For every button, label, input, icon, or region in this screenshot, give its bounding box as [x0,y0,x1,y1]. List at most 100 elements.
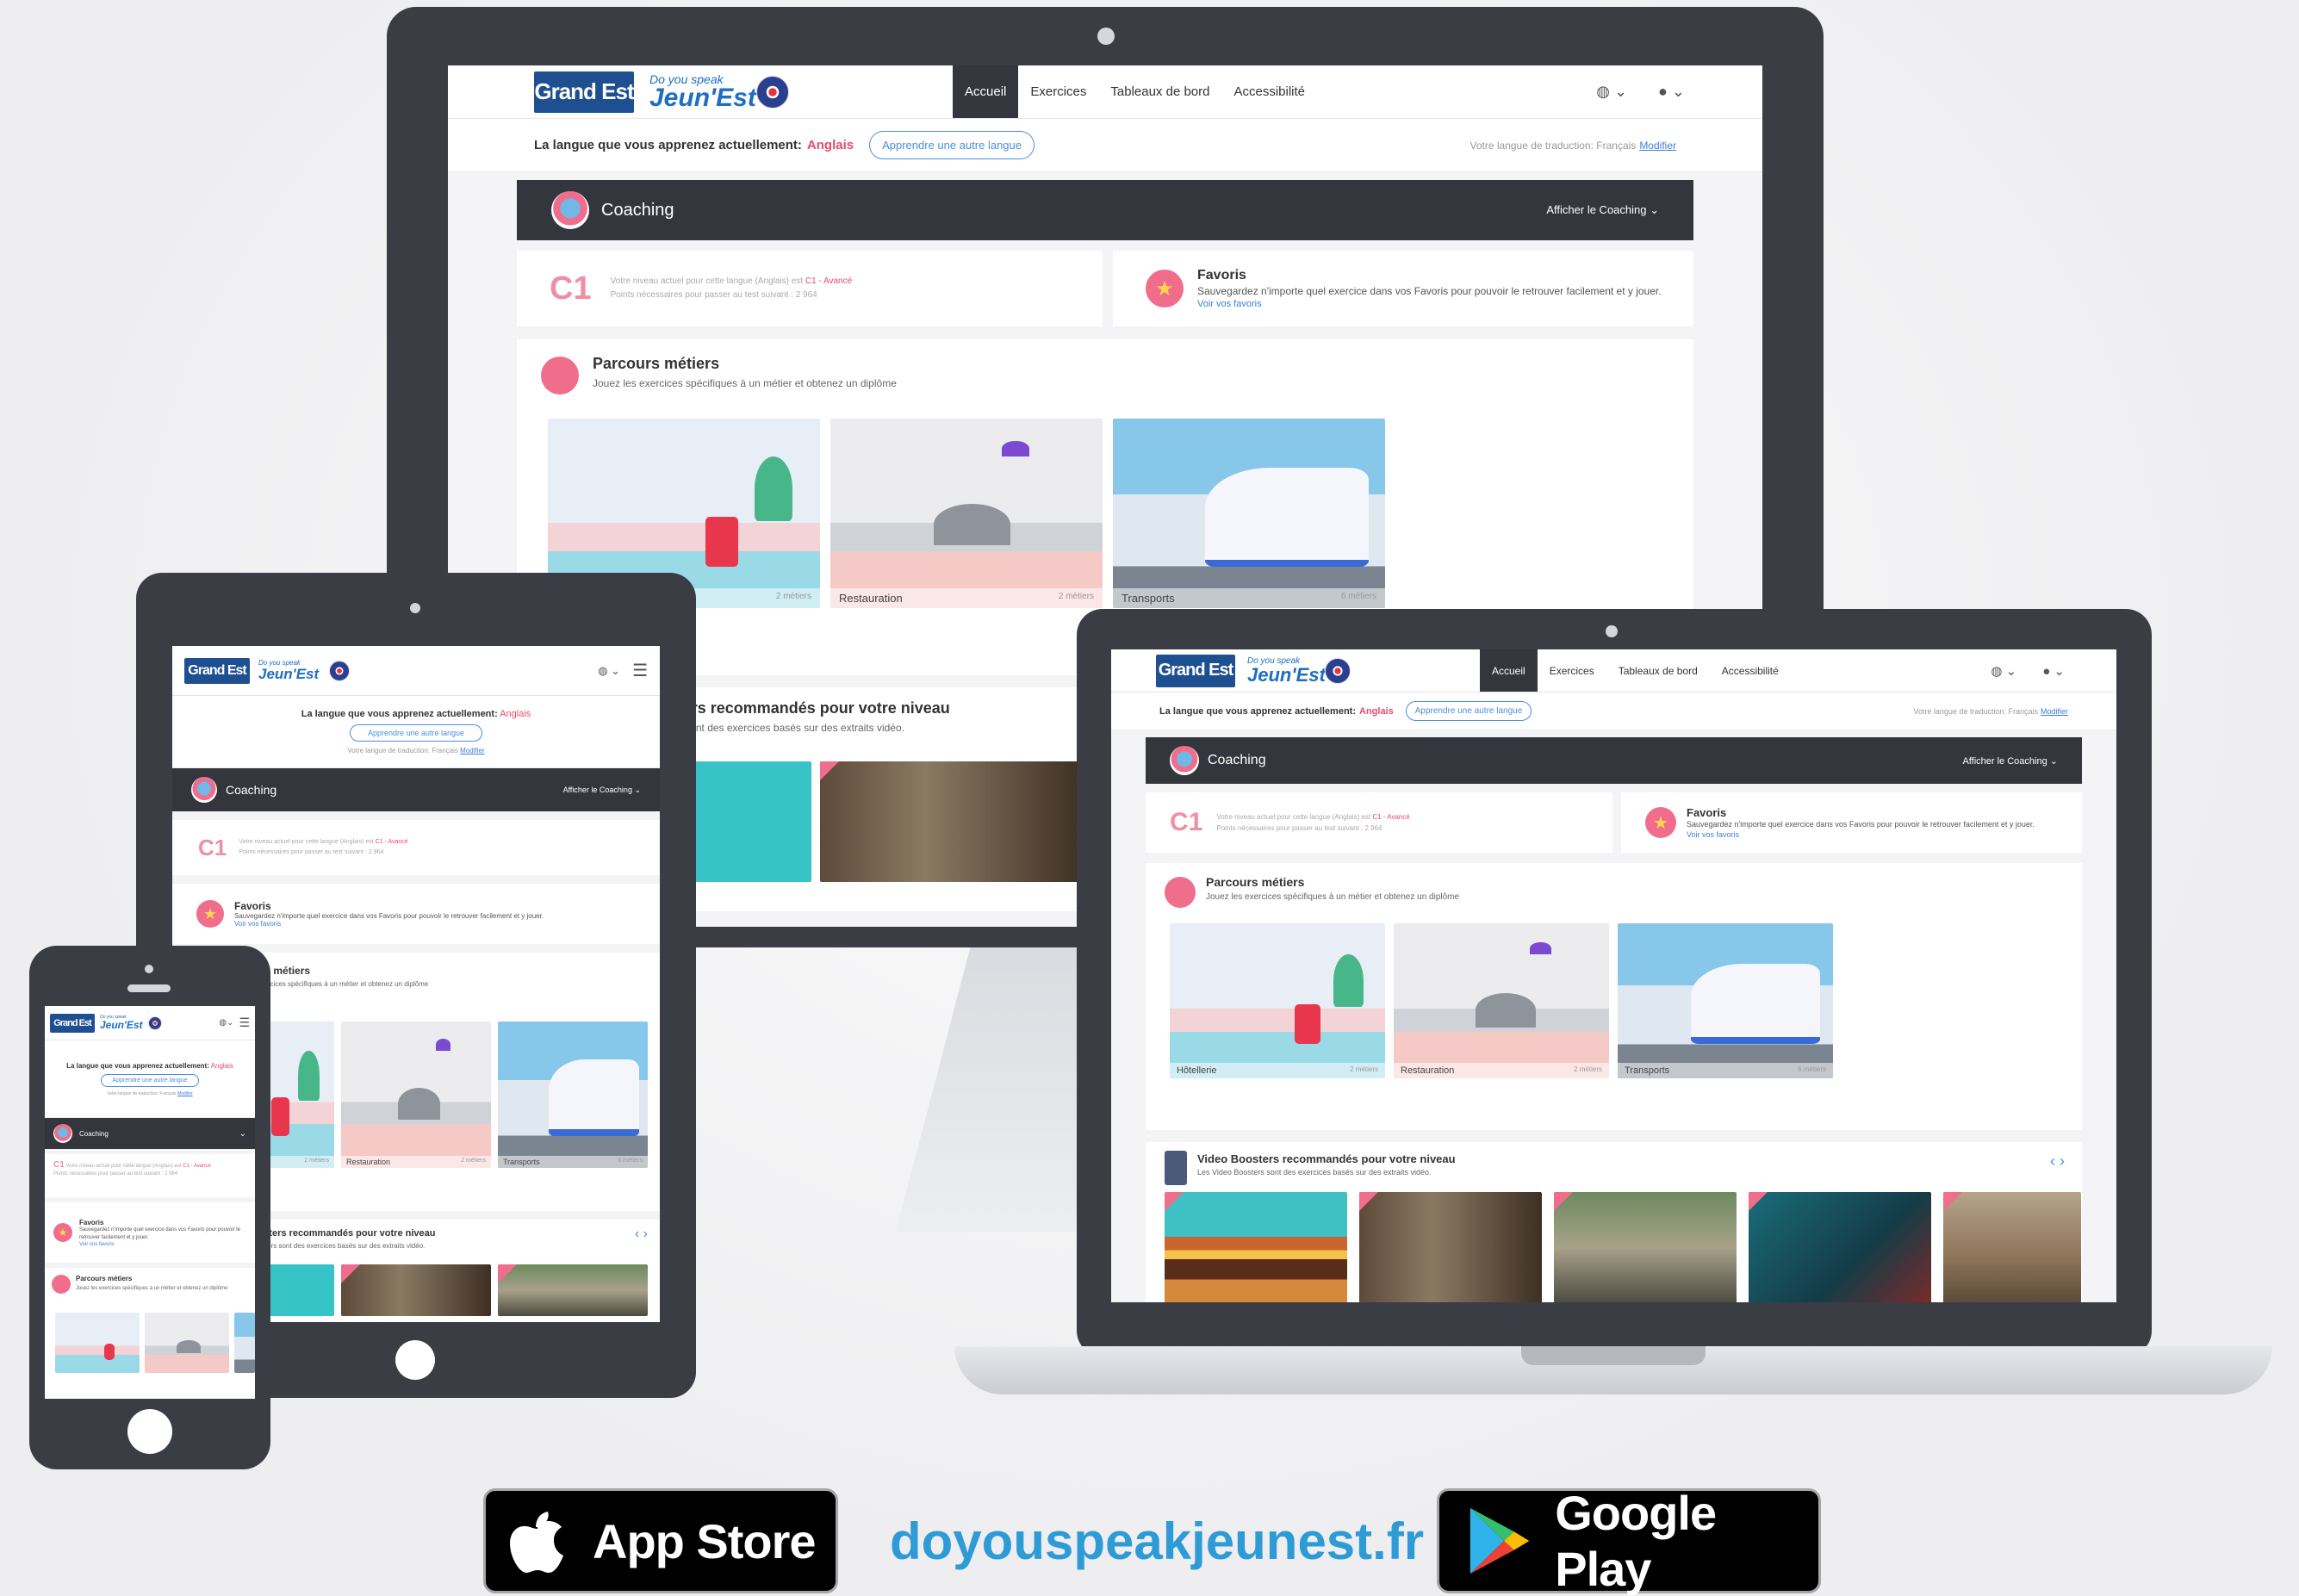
tab-exercices[interactable]: Exercices [1018,65,1098,118]
jeunest-logo[interactable]: Do you speak Jeun'Est [258,660,319,682]
video-thumbnail[interactable] [1359,1192,1542,1302]
hamburger-menu-icon[interactable]: ☰ [632,660,648,681]
video-thumbnail[interactable] [1943,1192,2081,1302]
tile-restauration[interactable]: Restauration 2 métiers [830,419,1103,608]
change-language-button[interactable]: Apprendre une autre langue [349,724,483,742]
uk-flag-icon [1325,657,1351,684]
video-thumbnail[interactable] [1749,1192,1931,1302]
change-language-button[interactable]: Apprendre une autre langue [869,131,1035,159]
level-card: C1 Votre niveau actuel pour cette langue… [517,251,1103,326]
video-thumbnail[interactable] [820,761,1084,882]
level-card: C1 Votre niveau actuel pour cette langue… [1146,792,1612,853]
globe-icon[interactable]: ◍ ⌄ [1991,663,2016,679]
points-needed: Points nécessaires pour passer au test s… [610,290,817,300]
modify-link[interactable]: Modifier [460,747,484,755]
coaching-bar[interactable]: Coaching Afficher le Coaching ⌄ [1146,737,2082,784]
globe-icon[interactable]: ◍⌄ [219,1018,233,1028]
favoris-link[interactable]: Voir vos favoris [1687,830,2066,839]
favoris-link[interactable]: Voir vos favoris [1197,299,1680,309]
coaching-bar[interactable]: Coaching Afficher le Coaching ⌄ [517,180,1693,240]
tile-transports[interactable]: Transports 6 métiers [1113,419,1385,608]
video-thumbnail[interactable] [341,1264,491,1316]
show-coaching-toggle[interactable]: Afficher le Coaching ⌄ [563,786,641,795]
tablet-home-button[interactable] [395,1340,435,1380]
tile-transports[interactable] [234,1313,255,1373]
tile-restauration[interactable]: Restauration 2 métiers [341,1022,491,1168]
user-menu-icon[interactable]: ● ⌄ [1658,83,1685,101]
phone-home-button[interactable] [127,1409,172,1454]
nav-right: ◍ ⌄ ● ⌄ [1596,83,1685,101]
coaching-bar[interactable]: Coaching ⌄ [45,1118,255,1149]
tablet-camera [410,603,420,613]
modify-link[interactable]: Modifier [177,1091,193,1096]
uk-flag-icon [756,75,789,109]
coach-avatar [191,777,217,803]
coach-avatar [53,1124,72,1143]
grandest-logo[interactable]: Grand Est [184,657,250,684]
show-coaching-toggle[interactable]: Afficher le Coaching ⌄ [1962,755,2058,767]
change-language-button[interactable]: Apprendre une autre langue [1405,701,1532,721]
tile-hotellerie[interactable] [55,1313,140,1373]
grandest-logo[interactable]: Grand Est [50,1013,95,1033]
top-nav: Grand Est Do you speak Jeun'Est ◍⌄ ☰ [45,1006,255,1040]
hamburger-menu-icon[interactable]: ☰ [239,1015,250,1030]
tile-transports[interactable]: Transports 6 métiers [1618,923,1833,1078]
coaching-title: Coaching [601,200,674,220]
learning-label: La langue que vous apprenez actuellement… [534,138,802,152]
tab-tableaux-de-bord[interactable]: Tableaux de bord [1098,65,1221,118]
google-play-icon [1469,1507,1530,1574]
parcours-desc: Jouez les exercices spécifiques à un mét… [593,377,897,389]
tile-restauration[interactable] [145,1313,229,1373]
uk-flag-icon [329,660,351,681]
tab-accueil[interactable]: Accueil [953,65,1019,118]
grandest-logo[interactable]: Grand Est [1156,654,1235,687]
tab-accessibilite[interactable]: Accessibilité [1221,65,1317,118]
tile-restauration[interactable]: Restauration 2 métiers [1394,923,1609,1078]
star-icon: ★ [1645,807,1676,838]
globe-icon[interactable]: ◍ ⌄ [1596,83,1627,101]
jeunest-logo[interactable]: Do you speak Jeun'Est [100,1015,143,1031]
monitor-camera [1097,28,1115,45]
modify-link[interactable]: Modifier [1639,140,1676,152]
carousel-arrows[interactable]: ‹ › [2050,1152,2065,1171]
google-play-badge[interactable]: Google Play [1437,1486,1821,1596]
language-bar: La langue que vous apprenez actuellement… [1111,692,2116,730]
nav-tabs: Accueil Exercices Tableaux de bord Acces… [1480,649,1791,692]
language-bar: La langue que vous apprenez actuellement… [45,1040,255,1118]
show-coaching-toggle[interactable]: Afficher le Coaching ⌄ [1546,203,1659,217]
coaching-bar[interactable]: Coaching Afficher le Coaching ⌄ [172,768,660,811]
briefcase-icon [1165,877,1196,908]
grandest-logo[interactable]: Grand Est [534,71,635,113]
tile-hotellerie[interactable]: Hôtellerie2 métiers [1170,923,1385,1078]
tab-accessibilite[interactable]: Accessibilité [1710,649,1791,692]
coach-avatar [1170,746,1199,775]
modify-link[interactable]: Modifier [2041,707,2068,716]
tab-exercices[interactable]: Exercices [1538,649,1606,692]
video-icon [1165,1151,1187,1185]
website-url[interactable]: doyouspeakjeunest.fr [890,1512,1424,1571]
favoris-card: ★ Favoris Sauvegardez n'importe quel exe… [45,1202,255,1263]
learning-language: Anglais [806,138,854,152]
video-thumbnail[interactable] [498,1264,648,1316]
jeunest-logo[interactable]: Do you speak Jeun'Est [1247,656,1326,685]
favoris-title: Favoris [1197,268,1246,283]
favoris-link[interactable]: Voir vos favoris [234,920,648,928]
tab-accueil[interactable]: Accueil [1480,649,1538,692]
change-language-button[interactable]: Apprendre une autre langue [101,1073,199,1087]
jeunest-logo[interactable]: Do you speak Jeun'Est [649,73,756,111]
video-thumbnail[interactable] [1554,1192,1737,1302]
tab-tableaux-de-bord[interactable]: Tableaux de bord [1606,649,1710,692]
favoris-card: ★ Favoris Sauvegardez n'importe quel exe… [172,884,660,944]
briefcase-icon [52,1275,71,1294]
tile-transports[interactable]: Transports 6 métiers [498,1022,648,1168]
video-thumbnail[interactable] [1165,1192,1347,1302]
carousel-arrows[interactable]: ‹ › [635,1226,648,1242]
language-bar: La langue que vous apprenez actuellement… [172,696,660,768]
user-menu-icon[interactable]: ● ⌄ [2042,663,2065,679]
globe-icon[interactable]: ◍ ⌄ [598,664,620,678]
star-icon: ★ [53,1223,72,1242]
favoris-link[interactable]: Voir vos favoris [79,1242,243,1247]
parcours-section: Parcours métiers Jouez les exercices spé… [45,1268,255,1399]
show-coaching-toggle[interactable]: ⌄ [239,1129,246,1139]
app-store-badge[interactable]: App Store [483,1488,838,1593]
